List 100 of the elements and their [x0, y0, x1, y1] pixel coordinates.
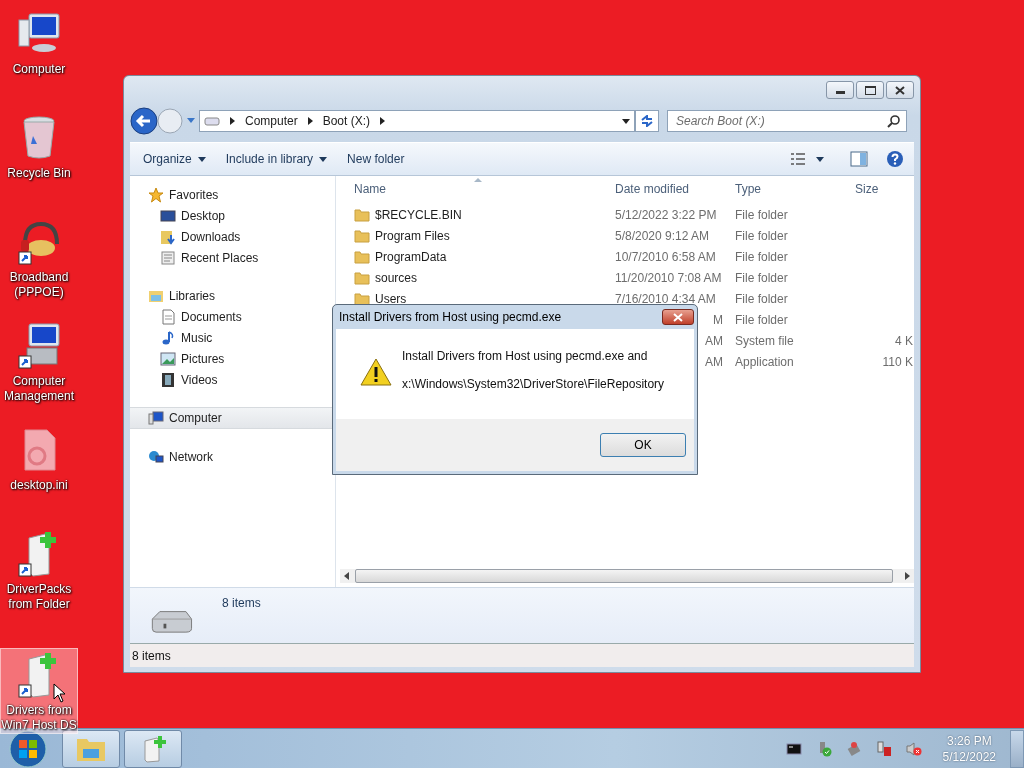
nav-item[interactable]: Computer [130, 407, 335, 429]
icon-label: Recycle Bin [6, 166, 72, 181]
folder-icon [354, 269, 370, 286]
desktop-icon[interactable]: Broadband (PPPOE) [0, 216, 78, 320]
minimize-button[interactable] [826, 81, 854, 99]
table-cell: File folder [735, 228, 788, 243]
file-name[interactable]: Users [375, 291, 407, 306]
table-cell: File folder [735, 270, 788, 285]
help-icon[interactable] [886, 150, 904, 168]
column-header[interactable]: Type [729, 182, 849, 196]
taskbar-button[interactable] [124, 729, 182, 768]
desktop-icon[interactable]: Computer Management [0, 320, 78, 424]
console-icon[interactable] [785, 740, 802, 757]
table-cell: 4 K [895, 333, 913, 348]
dropdown-icon[interactable] [622, 118, 630, 124]
nav-item[interactable]: Music [130, 327, 335, 348]
back-button[interactable] [130, 107, 158, 135]
desktop-icon[interactable]: desktop.ini [0, 424, 78, 528]
videos-icon [160, 371, 176, 388]
search-field[interactable]: Search Boot (X:) [667, 110, 907, 132]
pictures-icon [160, 350, 176, 367]
start-button[interactable] [8, 728, 48, 768]
folder-icon [354, 227, 370, 244]
icon-label: Drivers from Win7 Host DS [1, 703, 77, 733]
close-button[interactable] [662, 309, 694, 325]
column-header[interactable]: Date modified [609, 182, 729, 196]
nav-item[interactable]: Documents [130, 306, 335, 327]
table-cell: System file [735, 333, 794, 348]
refresh-button[interactable] [635, 110, 659, 132]
file-name[interactable]: ProgramData [375, 249, 447, 264]
table-cell: Application [735, 354, 794, 369]
nav-item[interactable]: Desktop [130, 205, 335, 226]
column-header[interactable]: Name [336, 182, 609, 196]
icon-label: Computer Management [2, 374, 75, 404]
nav-item[interactable]: Pictures [130, 348, 335, 369]
close-icon [895, 85, 905, 95]
view-options-icon[interactable] [790, 152, 806, 166]
close-icon [673, 312, 683, 322]
file-name[interactable]: $RECYCLE.BIN [375, 207, 462, 222]
file-name[interactable]: sources [375, 270, 418, 285]
preview-pane-icon[interactable] [850, 151, 868, 167]
icon-label: Computer [11, 62, 67, 77]
nav-item[interactable]: Videos [130, 369, 335, 390]
table-cell: 10/7/2010 6:58 AM [615, 249, 716, 264]
scroll-right-icon[interactable] [905, 572, 910, 580]
toolbar-button[interactable]: Organize [138, 149, 211, 169]
refresh-icon [640, 115, 654, 127]
desktop-icon[interactable]: DriverPacks from Folder [0, 528, 78, 632]
table-cell: M [713, 312, 723, 327]
history-dropdown-icon[interactable] [187, 118, 195, 124]
nav-item[interactable]: Network [130, 446, 335, 467]
sort-indicator-icon [474, 178, 482, 182]
table-cell: File folder [735, 291, 788, 306]
recent-icon [160, 249, 176, 266]
address-bar[interactable]: Computer Boot (X:) [199, 110, 635, 132]
close-button[interactable] [886, 81, 914, 99]
horizontal-scrollbar[interactable] [340, 569, 914, 583]
computer-icon [148, 410, 164, 426]
table-cell: 5/12/2022 3:22 PM [615, 207, 717, 222]
table-cell: 5/8/2020 9:12 AM [615, 228, 710, 243]
cursor-icon [53, 683, 65, 703]
caret-icon[interactable] [816, 156, 824, 162]
nav-item[interactable]: Recent Places [130, 247, 335, 268]
downloads-icon [160, 228, 176, 245]
taskbar-button[interactable] [62, 729, 120, 768]
column-header[interactable]: Size [849, 182, 913, 196]
desktop-icon[interactable]: Computer [0, 8, 78, 112]
warning-icon [360, 357, 392, 387]
breadcrumb[interactable]: Boot (X:) [322, 114, 371, 128]
dialog-title: Install Drivers from Host using pecmd.exe [339, 310, 562, 324]
chevron-icon [380, 117, 386, 125]
desktop-icon [160, 207, 176, 224]
toolbar-button[interactable]: New folder [342, 149, 410, 169]
message-text: x:\Windows\System32\DriverStore\FileRepository [402, 377, 665, 391]
nav-item[interactable]: Downloads [130, 226, 335, 247]
nav-item[interactable]: Libraries [130, 285, 335, 306]
toolbar-button[interactable]: Include in library [220, 149, 333, 169]
table-cell: File folder [735, 249, 788, 264]
breadcrumb[interactable]: Computer [245, 114, 298, 128]
desktop-icon[interactable]: Recycle Bin [0, 112, 78, 216]
maximize-button[interactable] [856, 81, 884, 99]
network-disconnected-icon[interactable] [875, 740, 892, 757]
item-count: 8 items [222, 596, 261, 610]
ok-button[interactable]: OK [600, 433, 686, 457]
chevron-icon [307, 117, 313, 125]
file-name[interactable]: Program Files [375, 228, 450, 243]
network-tool-icon[interactable] [845, 740, 862, 757]
drive-icon [204, 116, 220, 126]
scroll-left-icon[interactable] [344, 572, 349, 580]
table-cell: 110 K [882, 354, 913, 369]
nav-item[interactable]: Favorites [130, 184, 335, 205]
computer-management-icon [15, 322, 63, 370]
status-text: 8 items [132, 648, 171, 663]
table-cell: AM [705, 333, 723, 348]
table-cell: 11/20/2010 7:08 AM [615, 270, 722, 285]
icon-label: desktop.ini [9, 478, 69, 493]
network-icon [148, 448, 164, 465]
volume-muted-icon[interactable] [905, 740, 922, 757]
music-icon [160, 329, 176, 346]
chevron-icon [230, 117, 235, 125]
